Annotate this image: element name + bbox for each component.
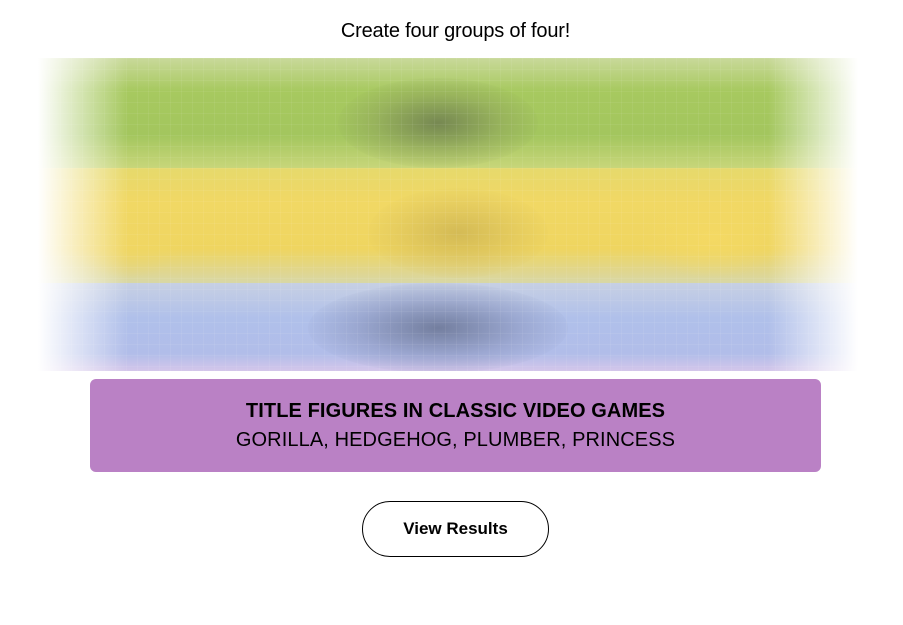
blurred-puzzle-board	[38, 58, 858, 371]
board-fade-left	[38, 58, 128, 371]
instructions-text: Create four groups of four!	[340, 20, 571, 42]
view-results-button[interactable]: View Results	[362, 501, 549, 557]
solved-group-members: GORILLA, HEDGEHOG, PLUMBER, PRINCESS	[235, 429, 676, 451]
solved-group-purple: TITLE FIGURES IN CLASSIC VIDEO GAMES GOR…	[90, 379, 821, 472]
pixelation-overlay	[38, 58, 858, 371]
solved-group-title: TITLE FIGURES IN CLASSIC VIDEO GAMES	[245, 400, 666, 422]
connections-results-page: Create four groups of four! TITLE FIGURE…	[0, 0, 903, 625]
board-fade-right	[768, 58, 858, 371]
